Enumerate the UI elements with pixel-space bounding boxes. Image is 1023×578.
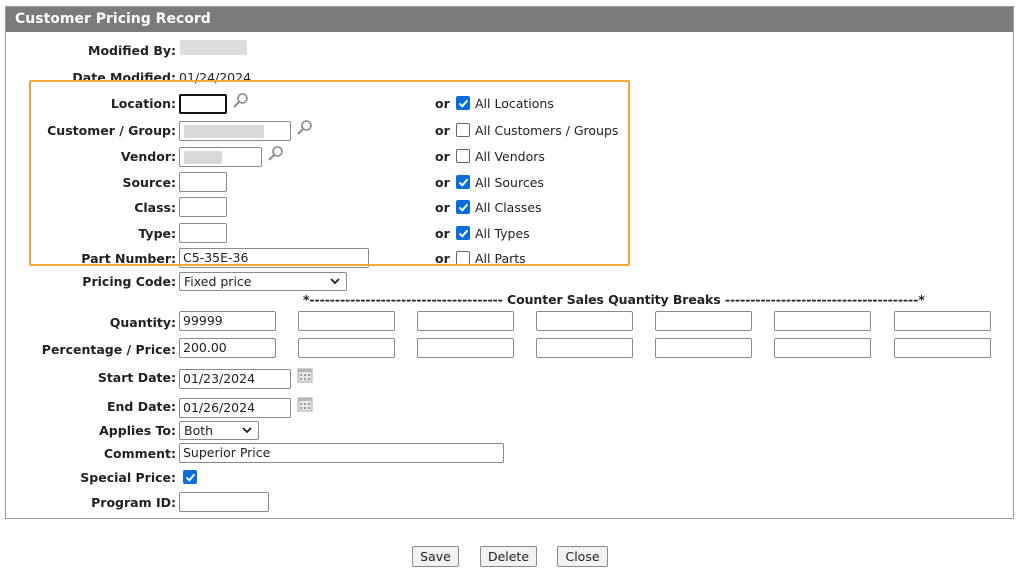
modified-by-label: Modified By: [88, 43, 176, 58]
quantity-break-input[interactable] [298, 311, 395, 331]
percentage-price-input[interactable]: 200.00 [179, 338, 276, 358]
special-price-label: Special Price: [80, 470, 176, 485]
percentage-price-label: Percentage / Price: [41, 342, 176, 357]
panel-title: Customer Pricing Record [6, 7, 1013, 32]
special-price-checkbox[interactable] [183, 470, 197, 484]
quantity-break-input[interactable] [536, 311, 633, 331]
end-date-label: End Date: [106, 399, 176, 414]
chevron-down-icon [330, 278, 340, 285]
quantity-break-input[interactable] [774, 311, 871, 331]
quantity-break-input[interactable] [417, 311, 514, 331]
highlight-box [29, 80, 630, 266]
delete-button[interactable]: Delete [480, 546, 537, 567]
quantity-breaks-header: *-------------------------------------- … [303, 292, 925, 307]
applies-to-select[interactable]: Both [179, 421, 259, 440]
calendar-icon[interactable] [297, 396, 313, 412]
applies-to-value: Both [184, 423, 214, 438]
quantity-break-input[interactable] [894, 311, 991, 331]
start-date-label: Start Date: [97, 370, 176, 385]
price-break-input[interactable] [536, 338, 633, 358]
close-button[interactable]: Close [557, 546, 608, 567]
modified-by-value-redacted [180, 40, 247, 55]
comment-label: Comment: [103, 446, 176, 461]
price-break-input[interactable] [655, 338, 752, 358]
end-date-input[interactable]: 01/26/2024 [179, 398, 291, 418]
price-break-input[interactable] [774, 338, 871, 358]
save-button[interactable]: Save [412, 546, 459, 567]
price-break-input[interactable] [417, 338, 514, 358]
applies-to-label: Applies To: [99, 423, 176, 438]
calendar-icon[interactable] [297, 367, 313, 383]
pricing-code-label: Pricing Code: [82, 274, 176, 289]
price-break-input[interactable] [298, 338, 395, 358]
quantity-input[interactable]: 99999 [179, 311, 276, 331]
start-date-input[interactable]: 01/23/2024 [179, 369, 291, 389]
program-id-label: Program ID: [91, 495, 176, 510]
pricing-code-value: Fixed price [184, 274, 252, 289]
quantity-label: Quantity: [109, 315, 176, 330]
price-break-input[interactable] [894, 338, 991, 358]
chevron-down-icon [242, 427, 252, 434]
comment-input[interactable]: Superior Price [179, 443, 504, 463]
quantity-break-input[interactable] [655, 311, 752, 331]
pricing-code-select[interactable]: Fixed price [179, 272, 347, 291]
program-id-input[interactable] [179, 492, 269, 512]
